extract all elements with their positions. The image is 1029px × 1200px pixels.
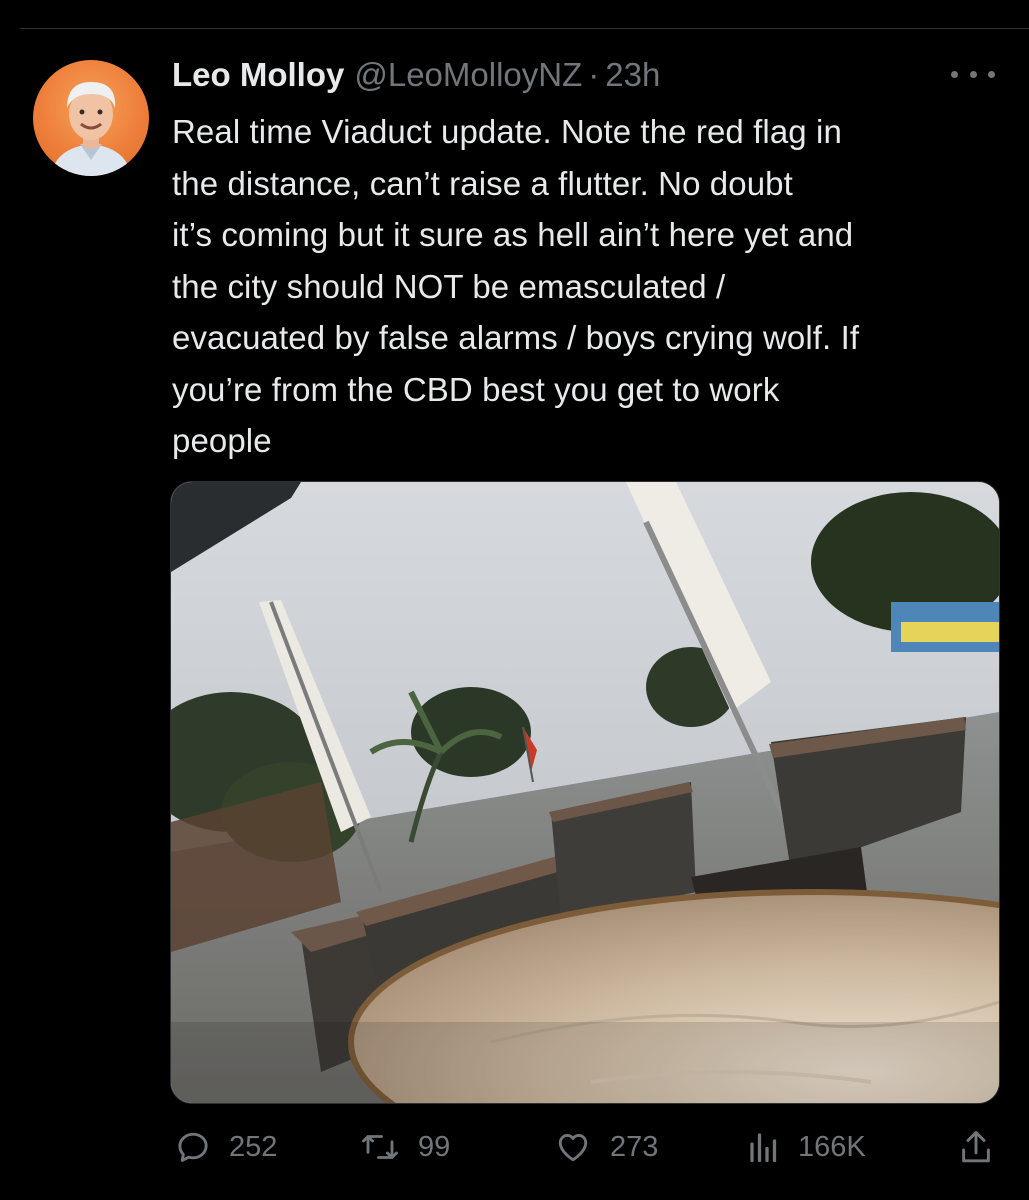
tweet-photo[interactable] xyxy=(170,481,1000,1104)
retweet-count: 99 xyxy=(418,1130,451,1163)
timestamp[interactable]: 23h xyxy=(605,56,660,94)
heart-icon xyxy=(558,1134,588,1162)
like-count: 273 xyxy=(610,1130,659,1163)
like-button[interactable]: 273 xyxy=(554,1120,658,1174)
views-button[interactable]: 166K xyxy=(748,1120,866,1174)
top-divider xyxy=(20,28,1029,29)
more-options-button[interactable] xyxy=(951,62,995,86)
views-icon xyxy=(750,1133,777,1163)
more-dot-icon xyxy=(988,70,995,78)
avatar[interactable] xyxy=(33,60,149,176)
author-name[interactable]: Leo Molloy xyxy=(172,56,344,94)
reply-icon xyxy=(178,1132,208,1162)
retweet-icon xyxy=(362,1135,398,1159)
tweet-text-line: people xyxy=(172,422,272,459)
tweet-header: Leo Molloy @LeoMolloyNZ · 23h xyxy=(172,56,989,102)
tweet-text-line: the city should NOT be emasculated / xyxy=(172,267,726,305)
share-icon xyxy=(962,1130,990,1163)
retweet-button[interactable]: 99 xyxy=(360,1120,450,1174)
separator-dot: · xyxy=(588,56,600,93)
share-button[interactable] xyxy=(960,1120,992,1174)
tweet-text-line: it’s coming but it sure as hell ain’t he… xyxy=(172,216,854,253)
more-dot-icon xyxy=(951,70,958,78)
tweet-text: Real time Viaduct update. Note the red f… xyxy=(172,106,1002,467)
views-count: 166K xyxy=(798,1130,866,1163)
author-handle[interactable]: @LeoMolloyNZ xyxy=(354,56,582,94)
reply-count: 252 xyxy=(229,1130,278,1163)
tweet-text-line: Real time Viaduct update. Note the red f… xyxy=(172,113,842,150)
tweet-text-line: the distance, can’t raise a flutter. No … xyxy=(172,164,793,202)
tweet-text-line: evacuated by false alarms / boys crying … xyxy=(172,319,860,356)
more-dot-icon xyxy=(969,70,977,78)
tweet-text-line: you’re from the CBD best you get to work xyxy=(172,370,780,408)
reply-button[interactable]: 252 xyxy=(175,1120,277,1174)
tweet-actions: 252 99 273 166K xyxy=(170,1120,998,1174)
